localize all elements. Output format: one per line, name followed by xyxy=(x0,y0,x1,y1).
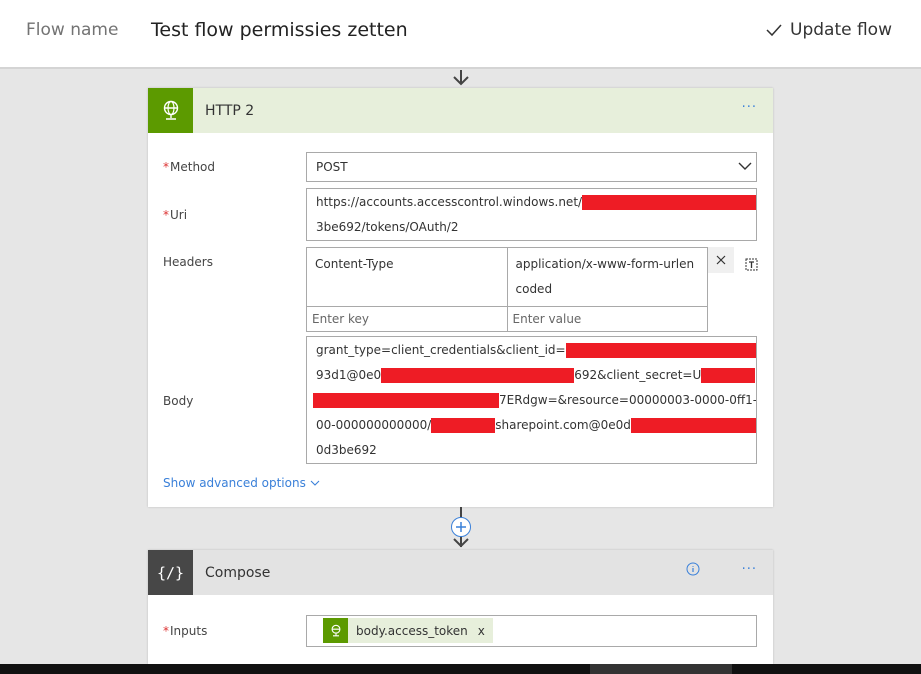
globe-icon xyxy=(148,88,193,133)
compose-card-header[interactable]: {∕} Compose ··· xyxy=(148,550,773,595)
remove-header-button[interactable] xyxy=(708,247,734,273)
checkmark-icon xyxy=(766,24,782,37)
inputs-label: *Inputs xyxy=(163,624,208,638)
more-options-icon[interactable]: ··· xyxy=(742,100,757,115)
body-label: Body xyxy=(163,394,194,408)
http-card-header[interactable]: HTTP 2 ··· xyxy=(148,88,773,133)
taskbar-item[interactable] xyxy=(590,664,732,674)
update-flow-label: Update flow xyxy=(790,20,892,40)
dynamic-content-token[interactable]: body.access_token x xyxy=(323,618,493,643)
uri-label: *Uri xyxy=(163,208,188,222)
compose-card-title: Compose xyxy=(205,564,271,581)
method-label: *Method xyxy=(163,160,216,174)
arrow-down-icon xyxy=(453,538,469,548)
add-step-button[interactable] xyxy=(451,517,471,537)
header-value-empty[interactable]: Enter value xyxy=(506,307,708,331)
top-bar: Flow name Test flow permissies zetten Up… xyxy=(0,0,921,69)
text-mode-icon[interactable] xyxy=(744,256,758,271)
more-options-icon[interactable]: ··· xyxy=(742,562,757,577)
inputs-field[interactable]: body.access_token x xyxy=(306,615,757,647)
body-input[interactable]: grant_type=client_credentials&client_id=… xyxy=(306,336,757,464)
headers-label: Headers xyxy=(163,255,213,269)
header-key-input[interactable]: Content-Type xyxy=(307,248,507,306)
http-card-title: HTTP 2 xyxy=(205,102,255,119)
header-row: Content-Type application/x-www-form-urle… xyxy=(307,248,707,307)
close-icon xyxy=(716,255,726,265)
uri-input[interactable]: https://accounts.accesscontrol.windows.n… xyxy=(306,188,757,241)
compose-action-card: {∕} Compose ··· *Inputs body.access_toke… xyxy=(148,550,773,664)
header-key-empty[interactable]: Enter key xyxy=(307,307,507,331)
flow-name-label: Flow name xyxy=(26,20,119,40)
token-remove-button[interactable]: x xyxy=(478,624,485,638)
arrow-down-icon xyxy=(453,70,469,86)
update-flow-button[interactable]: Update flow xyxy=(766,20,892,40)
chevron-down-icon xyxy=(310,480,320,486)
chevron-down-icon xyxy=(738,162,752,170)
method-select[interactable]: POST xyxy=(306,152,757,182)
header-row-empty: Enter key Enter value xyxy=(307,307,707,331)
http-action-card: HTTP 2 ··· *Method POST *Uri https://acc… xyxy=(148,88,773,507)
flow-name-input[interactable]: Test flow permissies zetten xyxy=(151,19,408,41)
plus-icon xyxy=(456,522,466,532)
header-value-input[interactable]: application/x-www-form-urlencoded xyxy=(506,248,708,306)
token-label: body.access_token xyxy=(356,623,468,638)
compose-icon: {∕} xyxy=(148,550,193,595)
show-advanced-options-link[interactable]: Show advanced options xyxy=(163,476,320,490)
globe-icon xyxy=(323,618,348,643)
info-icon[interactable] xyxy=(686,562,700,576)
taskbar xyxy=(0,664,921,674)
headers-table: Content-Type application/x-www-form-urle… xyxy=(306,247,708,332)
